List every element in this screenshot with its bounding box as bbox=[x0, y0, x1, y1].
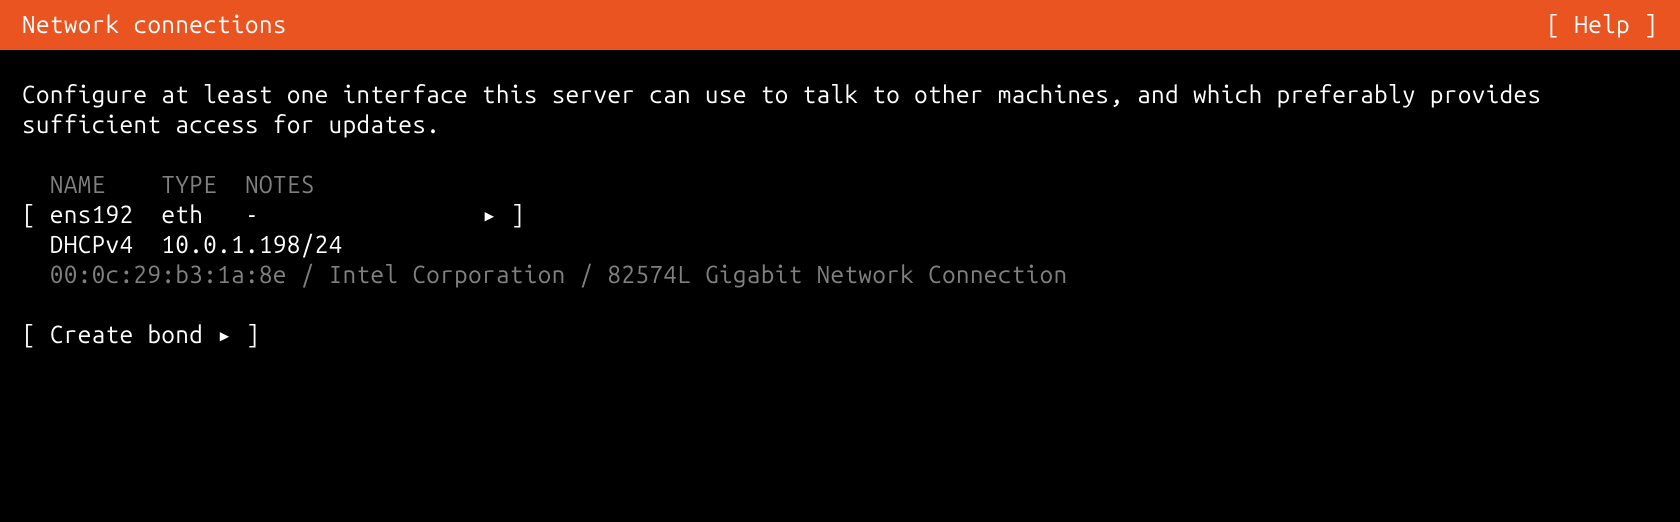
triangle-right-icon: ▸ bbox=[217, 321, 232, 348]
header-bar: Network connections [ Help ] bbox=[0, 0, 1680, 50]
bracket-close: ] bbox=[1644, 11, 1658, 38]
bracket-close: ] bbox=[246, 321, 260, 348]
create-bond-button[interactable]: [ Create bond ▸ ] bbox=[22, 320, 1658, 350]
mac-address: 00:0c:29:b3:1a:8e bbox=[50, 261, 287, 288]
dhcp-label: DHCPv4 bbox=[50, 231, 134, 258]
hw-model: 82574L Gigabit Network Connection bbox=[608, 261, 1068, 288]
table-header-row: NAME TYPE NOTES bbox=[22, 170, 1658, 200]
iface-name: ens192 bbox=[50, 201, 134, 228]
interface-address-row: DHCPv4 10.0.1.198/24 bbox=[22, 230, 1658, 260]
ip-address: 10.0.1.198/24 bbox=[161, 231, 342, 258]
iface-type: eth bbox=[161, 201, 203, 228]
bracket-open: [ bbox=[22, 321, 36, 348]
instruction-text: Configure at least one interface this se… bbox=[22, 80, 1658, 140]
bracket-open: [ bbox=[22, 201, 36, 228]
interface-row[interactable]: [ ens192 eth - ▸ ] bbox=[22, 200, 1658, 230]
page-title: Network connections bbox=[22, 10, 287, 40]
bracket-close: ] bbox=[511, 201, 525, 228]
col-notes: NOTES bbox=[245, 171, 315, 198]
triangle-right-icon: ▸ bbox=[482, 201, 497, 228]
iface-notes: - bbox=[245, 201, 259, 228]
interface-hw-info: 00:0c:29:b3:1a:8e / Intel Corporation / … bbox=[22, 260, 1658, 290]
col-type: TYPE bbox=[161, 171, 217, 198]
help-label: Help bbox=[1574, 11, 1630, 38]
bracket-open: [ bbox=[1546, 11, 1560, 38]
content-area: Configure at least one interface this se… bbox=[0, 50, 1680, 350]
help-button[interactable]: [ Help ] bbox=[1546, 10, 1658, 40]
create-bond-label: Create bond bbox=[50, 321, 203, 348]
hw-vendor: Intel Corporation bbox=[329, 261, 566, 288]
col-name: NAME bbox=[50, 171, 106, 198]
